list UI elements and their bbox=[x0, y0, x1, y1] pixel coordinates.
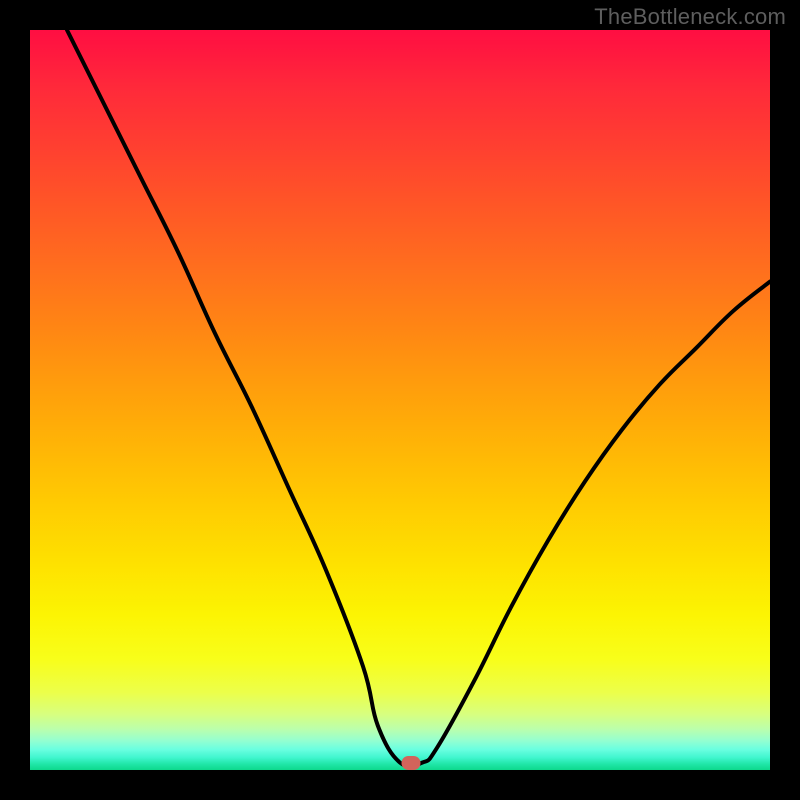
bottleneck-curve bbox=[30, 30, 770, 770]
optimum-marker bbox=[402, 756, 421, 770]
watermark-text: TheBottleneck.com bbox=[594, 4, 786, 30]
curve-path bbox=[67, 30, 770, 767]
plot-area bbox=[30, 30, 770, 770]
chart-frame: TheBottleneck.com bbox=[0, 0, 800, 800]
